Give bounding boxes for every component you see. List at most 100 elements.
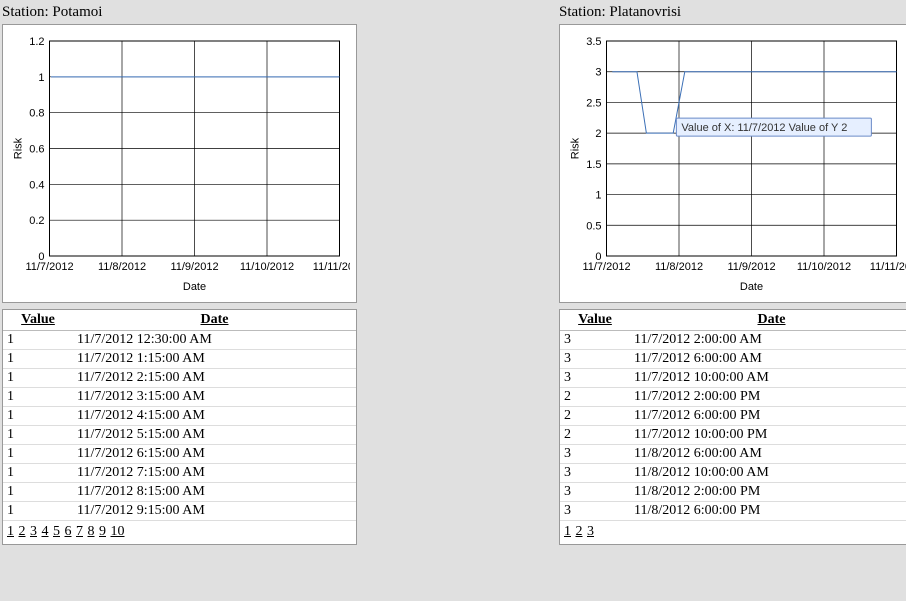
table-row: 211/7/2012 2:00:00 PM	[560, 388, 906, 407]
pager-link[interactable]: 1	[7, 524, 14, 539]
table-row: 311/8/2012 10:00:00 AM	[560, 464, 906, 483]
table-row: 111/7/2012 4:15:00 AM	[3, 407, 356, 426]
cell-value: 3	[560, 502, 630, 521]
svg-text:Date: Date	[183, 281, 206, 293]
cell-value: 3	[560, 464, 630, 483]
svg-text:Value of X: 11/7/2012 Value of: Value of X: 11/7/2012 Value of Y 2	[681, 122, 847, 134]
col-header-value[interactable]: Value	[3, 310, 73, 331]
svg-text:0.5: 0.5	[586, 220, 601, 232]
svg-text:11/7/2012: 11/7/2012	[25, 261, 73, 273]
cell-value: 3	[560, 331, 630, 350]
table-row: 311/8/2012 6:00:00 AM	[560, 445, 906, 464]
table-row: 211/7/2012 6:00:00 PM	[560, 407, 906, 426]
cell-value: 1	[3, 350, 73, 369]
cell-date: 11/7/2012 10:00:00 PM	[630, 426, 906, 445]
panel-potamoi: Station: Potamoi 00.20.40.60.811.211/7/2…	[2, 2, 357, 545]
table-row: 111/7/2012 3:15:00 AM	[3, 388, 356, 407]
pager-link[interactable]: 3	[587, 524, 594, 539]
svg-text:0.2: 0.2	[29, 215, 44, 227]
cell-value: 1	[3, 331, 73, 350]
svg-text:1.2: 1.2	[29, 36, 44, 48]
cell-date: 11/7/2012 6:15:00 AM	[73, 445, 356, 464]
cell-date: 11/7/2012 5:15:00 AM	[73, 426, 356, 445]
table-panel-right: Value Date 311/7/2012 2:00:00 AM311/7/20…	[559, 309, 906, 545]
table-row: 111/7/2012 2:15:00 AM	[3, 369, 356, 388]
table-row: 311/7/2012 6:00:00 AM	[560, 350, 906, 369]
pager-link[interactable]: 7	[76, 524, 83, 539]
cell-value: 1	[3, 426, 73, 445]
cell-date: 11/8/2012 10:00:00 AM	[630, 464, 906, 483]
pager-link[interactable]: 9	[99, 524, 106, 539]
table-row: 111/7/2012 9:15:00 AM	[3, 502, 356, 521]
svg-text:11/7/2012: 11/7/2012	[582, 261, 630, 273]
col-header-date[interactable]: Date	[73, 310, 356, 331]
cell-value: 3	[560, 483, 630, 502]
svg-text:0.8: 0.8	[29, 108, 44, 120]
table-row: 111/7/2012 1:15:00 AM	[3, 350, 356, 369]
chart-panel-right: 00.511.522.533.511/7/201211/8/201211/9/2…	[559, 24, 906, 303]
cell-date: 11/7/2012 8:15:00 AM	[73, 483, 356, 502]
pager-link[interactable]: 5	[53, 524, 60, 539]
cell-value: 1	[3, 483, 73, 502]
station-title-right: Station: Platanovrisi	[559, 2, 906, 24]
data-table-right: Value Date 311/7/2012 2:00:00 AM311/7/20…	[560, 310, 906, 521]
col-header-value[interactable]: Value	[560, 310, 630, 331]
pager-link[interactable]: 8	[88, 524, 95, 539]
cell-date: 11/7/2012 12:30:00 AM	[73, 331, 356, 350]
svg-text:11/10/2012: 11/10/2012	[240, 261, 294, 273]
cell-value: 1	[3, 369, 73, 388]
cell-value: 3	[560, 369, 630, 388]
cell-value: 1	[3, 464, 73, 483]
svg-text:11/9/2012: 11/9/2012	[727, 261, 775, 273]
table-row: 311/7/2012 2:00:00 AM	[560, 331, 906, 350]
svg-text:1.5: 1.5	[586, 159, 601, 171]
cell-date: 11/7/2012 6:00:00 PM	[630, 407, 906, 426]
table-row: 111/7/2012 7:15:00 AM	[3, 464, 356, 483]
panel-platanovrisi: Station: Platanovrisi 00.511.522.533.511…	[559, 2, 906, 545]
cell-date: 11/7/2012 1:15:00 AM	[73, 350, 356, 369]
pager-link[interactable]: 10	[111, 524, 125, 539]
table-row: 311/8/2012 2:00:00 PM	[560, 483, 906, 502]
cell-date: 11/7/2012 2:00:00 AM	[630, 331, 906, 350]
cell-value: 1	[3, 407, 73, 426]
pager-link[interactable]: 6	[65, 524, 72, 539]
table-row: 311/8/2012 6:00:00 PM	[560, 502, 906, 521]
cell-date: 11/8/2012 2:00:00 PM	[630, 483, 906, 502]
svg-text:11/8/2012: 11/8/2012	[98, 261, 146, 273]
svg-text:0.4: 0.4	[29, 179, 44, 191]
cell-date: 11/7/2012 6:00:00 AM	[630, 350, 906, 369]
table-row: 211/7/2012 10:00:00 PM	[560, 426, 906, 445]
chart-left: 00.20.40.60.811.211/7/201211/8/201211/9/…	[9, 31, 350, 296]
pager-link[interactable]: 1	[564, 524, 571, 539]
cell-date: 11/7/2012 7:15:00 AM	[73, 464, 356, 483]
cell-value: 2	[560, 426, 630, 445]
pager-right: 1 2 3	[560, 521, 906, 544]
svg-text:11/11/2012: 11/11/2012	[313, 261, 350, 273]
svg-text:3.5: 3.5	[586, 36, 601, 48]
pager-link[interactable]: 3	[30, 524, 37, 539]
svg-text:2: 2	[595, 128, 601, 140]
cell-value: 3	[560, 350, 630, 369]
svg-text:2.5: 2.5	[586, 97, 601, 109]
svg-text:3: 3	[595, 67, 601, 79]
pager-link[interactable]: 2	[576, 524, 583, 539]
svg-text:1: 1	[595, 190, 601, 202]
cell-date: 11/7/2012 10:00:00 AM	[630, 369, 906, 388]
pager-link[interactable]: 4	[42, 524, 49, 539]
svg-text:0.6: 0.6	[29, 144, 44, 156]
cell-date: 11/8/2012 6:00:00 PM	[630, 502, 906, 521]
cell-date: 11/7/2012 2:00:00 PM	[630, 388, 906, 407]
svg-text:11/9/2012: 11/9/2012	[170, 261, 218, 273]
data-table-left: Value Date 111/7/2012 12:30:00 AM111/7/2…	[3, 310, 356, 521]
cell-value: 1	[3, 445, 73, 464]
station-title-left: Station: Potamoi	[2, 2, 357, 24]
table-row: 111/7/2012 8:15:00 AM	[3, 483, 356, 502]
table-row: 111/7/2012 12:30:00 AM	[3, 331, 356, 350]
svg-text:Risk: Risk	[570, 137, 582, 159]
cell-value: 3	[560, 445, 630, 464]
pager-link[interactable]: 2	[19, 524, 26, 539]
col-header-date[interactable]: Date	[630, 310, 906, 331]
table-panel-left: Value Date 111/7/2012 12:30:00 AM111/7/2…	[2, 309, 357, 545]
cell-date: 11/7/2012 3:15:00 AM	[73, 388, 356, 407]
cell-value: 1	[3, 388, 73, 407]
